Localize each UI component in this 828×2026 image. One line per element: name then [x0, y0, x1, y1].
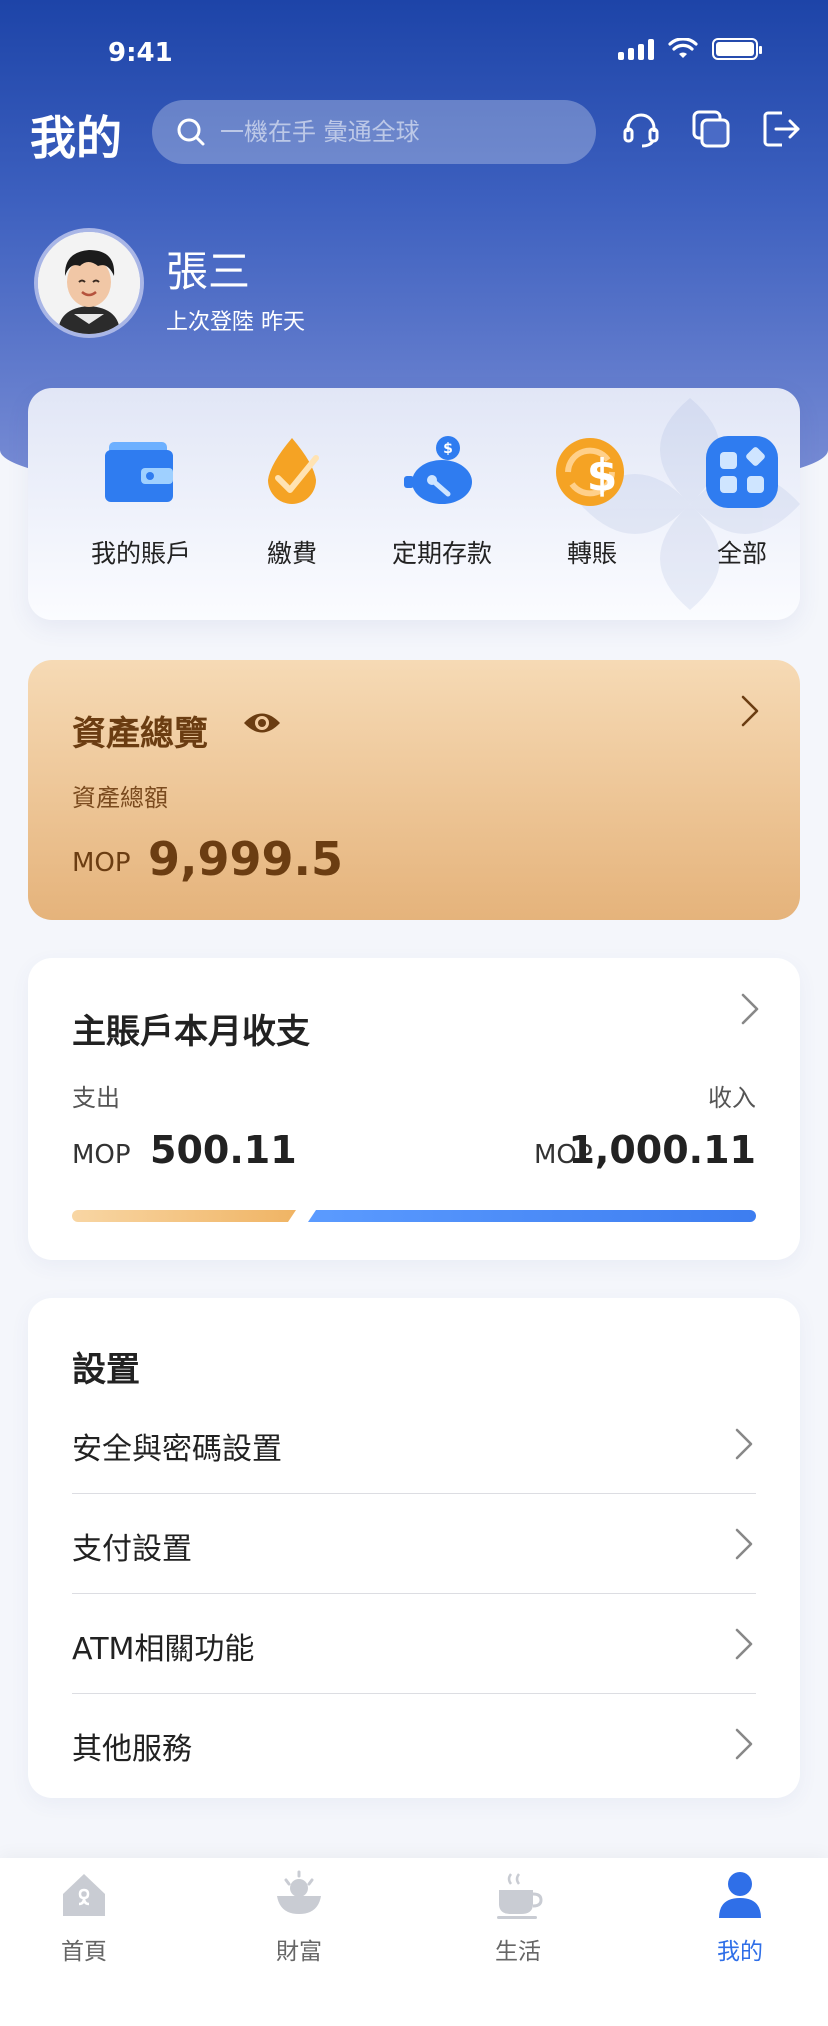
tab-mine[interactable]: 我的: [680, 1868, 800, 1966]
settings-item-label: 安全與密碼設置: [72, 1432, 282, 1467]
status-bar: 9:41: [0, 30, 828, 80]
quick-action-label: 繳費: [266, 539, 317, 568]
battery-icon: [712, 38, 762, 60]
asset-total-label: 資產總額: [72, 784, 168, 812]
search-box[interactable]: [152, 100, 596, 164]
headset-icon: [623, 113, 659, 148]
settings-item-label: 支付設置: [72, 1532, 192, 1567]
quick-action-pay-bill[interactable]: 繳費: [217, 432, 367, 570]
eye-toggle-icon[interactable]: [242, 710, 282, 736]
page-title: 我的: [30, 111, 122, 165]
copy-button[interactable]: [688, 106, 734, 152]
tab-label: 首頁: [61, 1939, 107, 1965]
chevron-right-icon: [735, 1628, 753, 1660]
expense-bar-segment: [72, 1210, 296, 1222]
settings-item-label: ATM相關功能: [72, 1632, 255, 1667]
tab-life[interactable]: 生活: [458, 1868, 578, 1966]
tab-label: 我的: [717, 1939, 763, 1965]
tab-wealth[interactable]: 財富: [239, 1868, 359, 1966]
life-coffee-icon: [491, 1868, 545, 1922]
settings-item-atm[interactable]: ATM相關功能: [72, 1594, 756, 1694]
logout-button[interactable]: [758, 106, 804, 152]
income-amount: 1,000.11: [568, 1128, 756, 1172]
flow-ratio-bar: [72, 1210, 756, 1222]
quick-action-label: 我的賬戶: [90, 539, 191, 568]
asset-total-amount: 9,999.5: [148, 832, 343, 886]
status-icons: [618, 38, 762, 60]
piggy-bank-icon: $: [402, 432, 482, 512]
settings-item-payment[interactable]: 支付設置: [72, 1494, 756, 1594]
customer-service-button[interactable]: [618, 106, 664, 152]
profile-icon: [713, 1868, 767, 1922]
signal-icon: [618, 38, 654, 60]
last-login-text: 上次登陸 昨天: [166, 310, 305, 335]
wifi-icon: [668, 38, 698, 58]
quick-action-fixed-deposit[interactable]: $ 定期存款: [367, 432, 517, 570]
settings-item-label: 其他服務: [72, 1732, 192, 1767]
monthly-flow-card[interactable]: 主賬戶本月收支 支出 收入 MOP 500.11 MOP 1,000.11: [28, 958, 800, 1260]
home-icon: [57, 1868, 111, 1922]
expense-currency: MOP: [72, 1140, 131, 1170]
wealth-icon: [272, 1868, 326, 1922]
wallet-icon: [101, 432, 181, 512]
monthly-flow-title: 主賬戶本月收支: [72, 1012, 310, 1052]
header-actions: [618, 106, 804, 152]
settings-item-other[interactable]: 其他服務: [72, 1694, 756, 1794]
expense-label: 支出: [72, 1084, 120, 1112]
chevron-right-icon: [735, 1728, 753, 1760]
chevron-right-icon: [735, 1528, 753, 1560]
svg-text:$: $: [587, 450, 618, 501]
transfer-icon: $: [552, 432, 632, 512]
status-time: 9:41: [108, 38, 173, 68]
search-icon: [177, 118, 205, 146]
settings-title: 設置: [72, 1350, 140, 1390]
settings-card: 設置 安全與密碼設置 支付設置 ATM相關功能 其他服務: [28, 1298, 800, 1798]
tab-label: 生活: [495, 1939, 541, 1965]
expense-amount: 500.11: [150, 1128, 297, 1172]
income-bar-segment: [308, 1210, 756, 1222]
quick-action-all[interactable]: 全部: [667, 432, 800, 570]
chevron-right-icon: [735, 1428, 753, 1460]
income-label: 收入: [708, 1084, 756, 1112]
quick-action-transfer[interactable]: $ 轉賬: [517, 432, 667, 570]
all-apps-icon: [702, 432, 782, 512]
search-input[interactable]: [220, 118, 580, 146]
logout-icon: [763, 111, 800, 147]
asset-currency: MOP: [72, 848, 131, 878]
top-bar: 我的: [0, 98, 828, 168]
quick-action-my-account[interactable]: 我的賬戶: [66, 432, 216, 570]
chevron-right-icon[interactable]: [740, 992, 760, 1026]
pay-bill-icon: [252, 432, 332, 512]
user-name: 張三: [166, 247, 251, 296]
copy-icon: [692, 110, 730, 148]
quick-action-label: 定期存款: [391, 539, 492, 568]
avatar-image: [38, 232, 140, 334]
asset-overview-card[interactable]: 資產總覽 資產總額 MOP 9,999.5: [28, 660, 800, 920]
avatar[interactable]: [34, 228, 144, 338]
quick-action-label: 轉賬: [566, 539, 617, 568]
quick-actions-card: 我的賬戶 繳費 $ 定期存款 $ 轉賬 全部: [28, 388, 800, 620]
settings-item-security[interactable]: 安全與密碼設置: [72, 1394, 756, 1494]
bottom-tab-bar: 首頁 財富 生活 我的: [0, 1858, 828, 2026]
quick-action-label: 全部: [716, 539, 767, 568]
asset-overview-title: 資產總覽: [72, 714, 208, 754]
tab-label: 財富: [276, 1939, 322, 1965]
svg-text:$: $: [443, 441, 453, 457]
chevron-right-icon[interactable]: [740, 694, 760, 728]
tab-home[interactable]: 首頁: [24, 1868, 144, 1966]
profile-section[interactable]: 張三 上次登陸 昨天: [34, 228, 634, 338]
